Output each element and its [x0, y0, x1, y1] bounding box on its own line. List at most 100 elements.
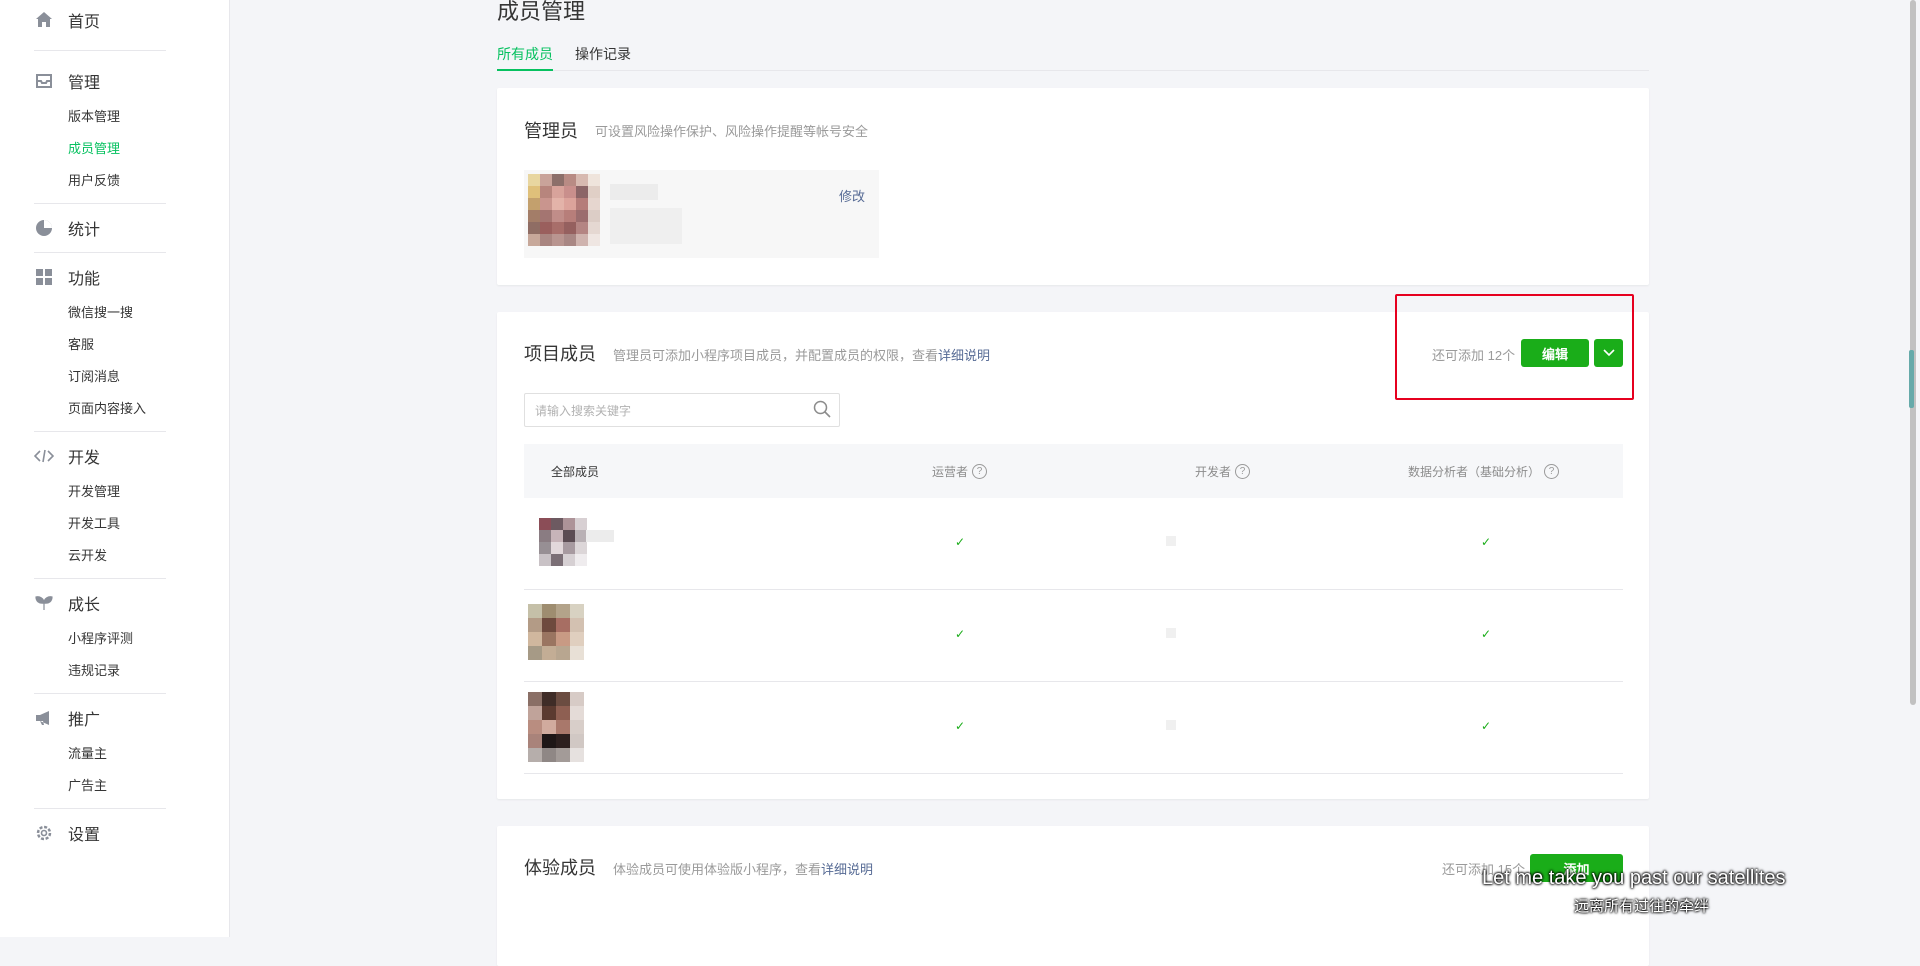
megaphone-icon: [34, 708, 54, 728]
nav-item-feedback[interactable]: 用户反馈: [68, 165, 166, 197]
admin-id-blur: [610, 208, 682, 244]
nav-item-version[interactable]: 版本管理: [68, 101, 166, 133]
nav-item-search[interactable]: 微信搜一搜: [68, 297, 166, 329]
operator-check: ✓: [955, 627, 966, 641]
nav-growth[interactable]: 成长: [0, 583, 166, 623]
operator-check: ✓: [955, 535, 966, 549]
trial-members-card: 体验成员 体验成员可使用体验版小程序，查看详细说明 还可添加 15个 添加: [497, 826, 1649, 966]
sprout-icon: [34, 593, 54, 613]
trial-title: 体验成员: [524, 858, 596, 878]
nav-group-dev: 开发 开发管理 开发工具 云开发: [34, 432, 166, 579]
admin-info-box: 修改: [524, 170, 879, 258]
member-search-input[interactable]: 请输入搜索关键字: [524, 393, 840, 427]
nav-manage-label: 管理: [68, 75, 101, 92]
nav-group-settings: 设置: [34, 809, 166, 853]
gear-icon: [34, 823, 54, 843]
subtitle-english: Let me take you past our satellites: [1482, 867, 1786, 889]
page-scrollbar[interactable]: [1906, 0, 1920, 937]
member-name-blur: [586, 530, 614, 542]
member-avatar: [528, 604, 584, 660]
sidebar: 首页 管理 版本管理 成员管理 用户反馈 统计 功能 微信搜一搜 客服 订阅消息…: [0, 0, 230, 937]
col-all-members[interactable]: 全部成员: [551, 463, 599, 480]
search-placeholder: 请输入搜索关键字: [535, 404, 632, 418]
nav-item-subscribe[interactable]: 订阅消息: [68, 361, 166, 393]
help-icon[interactable]: ?: [1544, 464, 1560, 479]
admin-card: 管理员 可设置风险操作保护、风险操作提醒等帐号安全 修改: [497, 88, 1649, 285]
developer-empty: [1166, 720, 1176, 730]
col-developer: 开发者?: [1195, 463, 1251, 480]
table-row: ✓ ✓: [524, 682, 1623, 774]
nav-settings-label: 设置: [68, 827, 101, 844]
member-avatar: [539, 518, 587, 566]
nav-item-cloud[interactable]: 云开发: [68, 540, 166, 572]
nav-group-features: 功能 微信搜一搜 客服 订阅消息 页面内容接入: [34, 253, 166, 432]
nav-group-manage: 管理 版本管理 成员管理 用户反馈: [34, 51, 166, 204]
nav-home-label: 首页: [68, 14, 101, 31]
nav-item-service[interactable]: 客服: [68, 329, 166, 361]
nav-dev[interactable]: 开发: [0, 436, 166, 476]
tab-bar: 所有成员 操作记录: [497, 42, 1649, 71]
admin-name-blur: [610, 184, 658, 200]
project-detail-link[interactable]: 详细说明: [938, 348, 990, 363]
admin-desc: 可设置风险操作保护、风险操作提醒等帐号安全: [595, 124, 869, 139]
pie-chart-icon: [34, 218, 54, 238]
nav-item-content[interactable]: 页面内容接入: [68, 393, 166, 425]
highlight-box: [1395, 294, 1634, 400]
trial-desc: 体验成员可使用体验版小程序，查看详细说明: [613, 859, 873, 878]
admin-edit-link[interactable]: 修改: [839, 186, 865, 205]
home-icon: [34, 10, 54, 30]
admin-avatar: [528, 174, 600, 246]
admin-title: 管理员: [524, 121, 578, 141]
tab-all-members[interactable]: 所有成员: [497, 42, 553, 71]
developer-empty: [1166, 536, 1176, 546]
nav-features-label: 功能: [68, 271, 101, 288]
code-icon: [34, 446, 54, 466]
nav-home[interactable]: 首页: [0, 0, 166, 40]
nav-item-dev-tools[interactable]: 开发工具: [68, 508, 166, 540]
nav-growth-label: 成长: [68, 597, 101, 614]
analyst-check: ✓: [1481, 719, 1492, 733]
help-icon[interactable]: ?: [1235, 464, 1251, 479]
tab-operation-log[interactable]: 操作记录: [575, 42, 631, 69]
nav-group-home: 首页: [34, 0, 166, 51]
nav-item-violation[interactable]: 违规记录: [68, 655, 166, 687]
grid-icon: [34, 267, 54, 287]
trial-detail-link[interactable]: 详细说明: [821, 862, 873, 877]
table-row: ✓ ✓: [524, 498, 1623, 590]
project-desc-text: 管理员可添加小程序项目成员，并配置成员的权限，查看: [613, 348, 939, 363]
nav-item-advertiser[interactable]: 广告主: [68, 770, 166, 802]
analyst-check: ✓: [1481, 535, 1492, 549]
project-desc: 管理员可添加小程序项目成员，并配置成员的权限，查看详细说明: [613, 345, 990, 364]
nav-item-members[interactable]: 成员管理: [68, 133, 166, 165]
search-icon[interactable]: [813, 400, 831, 423]
nav-stats-label: 统计: [68, 222, 101, 239]
project-members-card: 项目成员 管理员可添加小程序项目成员，并配置成员的权限，查看详细说明 还可添加 …: [497, 294, 1649, 799]
project-title: 项目成员: [524, 344, 596, 364]
nav-group-stats: 统计: [34, 204, 166, 253]
nav-promote-label: 推广: [68, 712, 101, 729]
subtitle-chinese: 远离所有过往的牵绊: [1574, 898, 1710, 915]
help-icon[interactable]: ?: [972, 464, 988, 479]
table-row: ✓ ✓: [524, 590, 1623, 682]
nav-dev-label: 开发: [68, 450, 101, 467]
col-analyst: 数据分析者（基础分析）?: [1408, 463, 1560, 480]
nav-group-promote: 推广 流量主 广告主: [34, 694, 166, 809]
nav-item-traffic[interactable]: 流量主: [68, 738, 166, 770]
nav-group-growth: 成长 小程序评测 违规记录: [34, 579, 166, 694]
nav-item-dev-manage[interactable]: 开发管理: [68, 476, 166, 508]
members-table-header: 全部成员 运营者? 开发者? 数据分析者（基础分析）?: [524, 444, 1623, 498]
inbox-icon: [34, 71, 54, 91]
nav-item-review[interactable]: 小程序评测: [68, 623, 166, 655]
operator-check: ✓: [955, 719, 966, 733]
nav-settings[interactable]: 设置: [0, 813, 166, 853]
col-operator: 运营者?: [932, 463, 988, 480]
scroll-indicator: [1909, 350, 1914, 408]
nav-manage[interactable]: 管理: [0, 61, 166, 101]
trial-desc-text: 体验成员可使用体验版小程序，查看: [613, 862, 822, 877]
nav-features[interactable]: 功能: [0, 257, 166, 297]
page-title: 成员管理: [497, 0, 586, 24]
member-avatar: [528, 692, 584, 762]
nav-promote[interactable]: 推广: [0, 698, 166, 738]
nav-stats[interactable]: 统计: [0, 208, 166, 248]
analyst-check: ✓: [1481, 627, 1492, 641]
